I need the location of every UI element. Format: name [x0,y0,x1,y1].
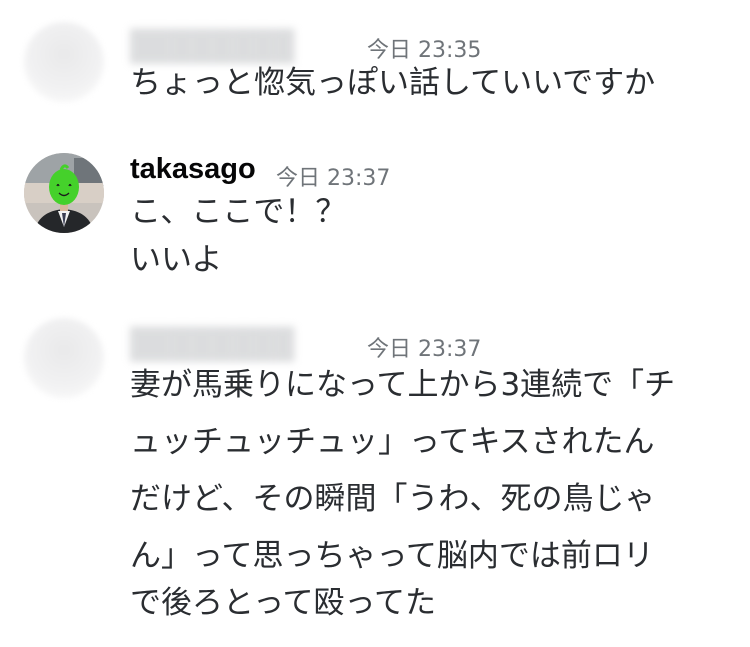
message-text: ュッチュッチュッ」ってキスされたん [130,424,655,460]
message-text: だけど、その瞬間「うわ、死の鳥じゃ [130,481,656,517]
message-text: ちょっと惚気っぽい話していいですか [130,65,656,101]
avatar-image-icon [24,153,104,233]
message-text: 妻が馬乗りになって上から3連続で「チ [130,367,676,403]
message-text: で後ろとって殴ってた [130,585,436,621]
avatar[interactable] [24,22,104,102]
author-name[interactable]: takasago [130,153,256,186]
avatar[interactable] [24,318,104,398]
avatar[interactable] [24,153,104,233]
message-text: いいよ [130,242,223,278]
